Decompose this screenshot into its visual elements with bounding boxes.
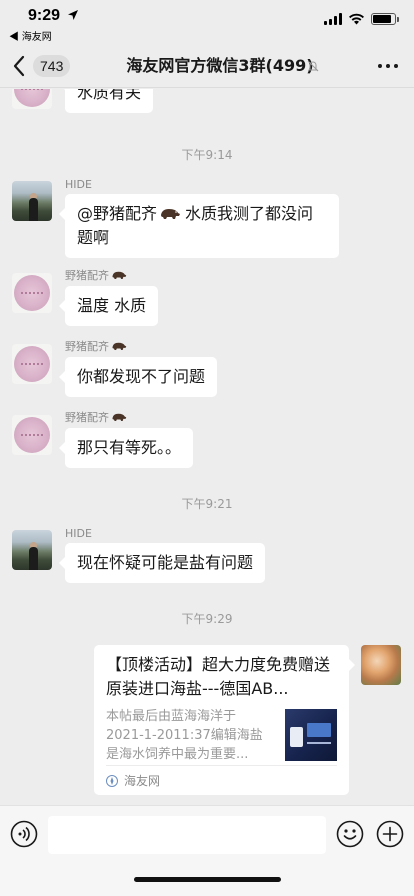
sender-name: HIDE	[65, 178, 92, 191]
message-bubble[interactable]: 水质有关	[58, 89, 154, 113]
sender-name: 野猪配齐	[65, 340, 127, 354]
avatar[interactable]	[12, 344, 52, 384]
boar-emoji-icon	[112, 342, 127, 350]
avatar[interactable]	[12, 530, 52, 570]
avatar[interactable]	[12, 415, 52, 455]
mini-program-icon	[106, 774, 118, 787]
mention-text: @野猪配齐	[77, 204, 158, 223]
home-indicator[interactable]	[134, 877, 281, 882]
unread-count-badge[interactable]: 743	[33, 55, 71, 77]
message-bubble[interactable]: 你都发现不了问题	[58, 357, 218, 397]
message-bubble[interactable]: 温度 水质	[58, 286, 159, 326]
avatar[interactable]	[12, 181, 52, 221]
mute-bell-icon	[307, 60, 319, 72]
emoji-icon[interactable]	[336, 820, 364, 848]
link-card-title: 【顶楼活动】超大力度免费赠送原装进口海盐---德国AB...	[106, 655, 331, 698]
sender-name: 野猪配齐	[65, 411, 127, 425]
avatar[interactable]	[12, 89, 52, 109]
chat-title: 海友网官方微信3群(499)	[126, 56, 314, 75]
link-card[interactable]: 【顶楼活动】超大力度免费赠送原装进口海盐---德国AB... 本帖最后由蓝海海洋…	[94, 645, 355, 795]
message-text: 现在怀疑可能是盐有问题	[77, 553, 254, 572]
sender-name: 野猪配齐	[65, 269, 127, 283]
timestamp: 下午9:21	[181, 497, 233, 511]
message-text: 你都发现不了问题	[77, 367, 206, 386]
cellular-signal-icon	[324, 13, 342, 25]
back-to-app-link[interactable]: ◀ 海友网	[9, 28, 52, 43]
message-input[interactable]	[48, 816, 326, 854]
boar-emoji-icon	[112, 271, 127, 279]
message-text: 温度 水质	[77, 296, 147, 315]
avatar[interactable]	[12, 273, 52, 313]
message-bubble[interactable]: 现在怀疑可能是盐有问题	[58, 543, 266, 583]
status-bar: 9:29 ◀ 海友网	[0, 0, 414, 44]
link-card-source: 海友网	[124, 774, 161, 788]
message-bubble[interactable]: 那只有等死。。	[58, 428, 194, 468]
message-list[interactable]: 水质有关 下午9:14 HIDE @野猪配齐 水质我测了都没问题啊 野猪配齐 温…	[0, 89, 414, 805]
wifi-icon	[349, 13, 364, 25]
link-card-footer: 海友网	[106, 765, 337, 795]
status-indicators	[324, 13, 399, 25]
message-text: 水质有关	[77, 89, 142, 102]
link-card-body: 本帖最后由蓝海海洋于2021-1-2011:37编辑海盐是海水饲养中最为重要..…	[106, 707, 337, 763]
sender-name: HIDE	[65, 527, 92, 540]
timestamp: 下午9:14	[181, 148, 233, 162]
boar-emoji-icon	[112, 413, 127, 421]
plus-icon[interactable]	[376, 820, 404, 848]
timestamp: 下午9:29	[181, 612, 233, 626]
link-card-description: 本帖最后由蓝海海洋于2021-1-2011:37编辑海盐是海水饲养中最为重要..…	[106, 709, 263, 762]
message-text: 那只有等死。。	[77, 438, 182, 457]
boar-emoji-icon	[161, 209, 181, 219]
status-time: 9:29	[28, 7, 61, 24]
message-bubble[interactable]: @野猪配齐 水质我测了都没问题啊	[59, 194, 339, 258]
my-avatar[interactable]	[361, 645, 401, 685]
voice-icon[interactable]	[10, 820, 38, 848]
link-card-thumbnail	[285, 709, 337, 761]
input-bar	[0, 805, 414, 896]
battery-icon	[371, 13, 399, 25]
back-chevron-icon[interactable]	[12, 55, 26, 77]
location-arrow-icon	[68, 10, 78, 20]
chat-header: 743 海友网官方微信3群(499)	[0, 44, 414, 88]
more-icon[interactable]	[378, 64, 398, 68]
